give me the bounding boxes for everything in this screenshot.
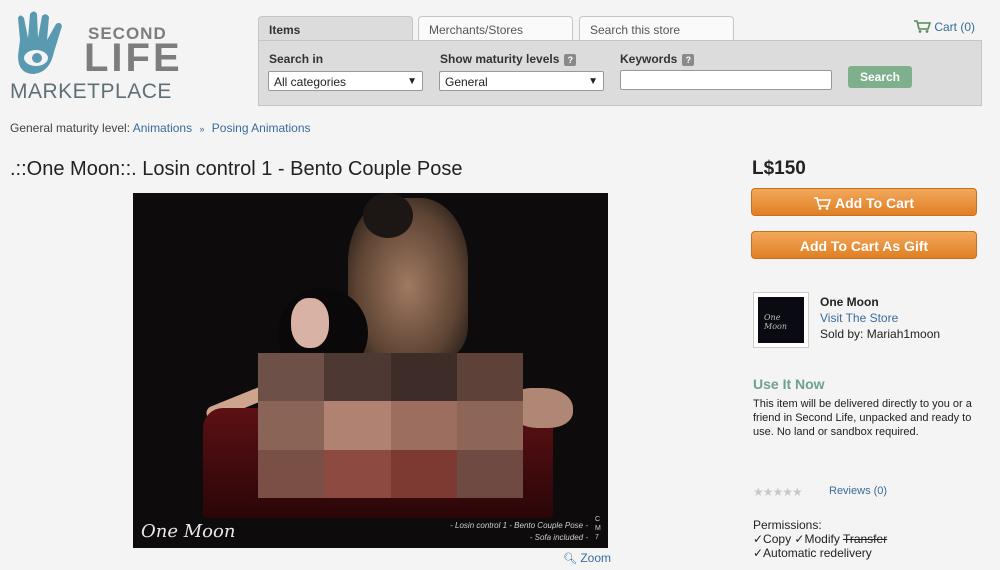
one-moon-image-logo: One Moon <box>141 521 236 542</box>
use-it-now-description: This item will be delivered directly to … <box>753 398 972 438</box>
cart-label: Cart (0) <box>934 20 976 34</box>
visit-store-link[interactable]: Visit The Store <box>820 311 898 325</box>
logo-life-text: LIFE <box>84 36 183 80</box>
permission-transfer: Transfer <box>842 532 888 546</box>
man-head <box>363 193 413 238</box>
cart-link[interactable]: Cart (0) <box>914 20 975 34</box>
product-image[interactable]: One Moon - Losin control 1 - Bento Coupl… <box>133 193 608 548</box>
permissions: Permissions: ✓Copy ✓Modify Transfer ✓Aut… <box>753 518 887 560</box>
maturity-select-value: General <box>445 75 488 89</box>
censor-mosaic <box>258 353 523 498</box>
image-side-mark: CM7 <box>595 516 601 541</box>
woman-face <box>291 298 329 348</box>
use-it-now-heading: Use It Now <box>753 376 825 392</box>
cart-icon <box>914 20 932 33</box>
tab-merchants-stores[interactable]: Merchants/Stores <box>418 16 573 42</box>
help-icon[interactable]: ? <box>682 53 695 66</box>
breadcrumb-separator: » <box>199 124 205 134</box>
breadcrumb: General maturity level: Animations » Pos… <box>10 121 311 135</box>
hand-eye-icon <box>18 11 62 74</box>
permission-copy: ✓Copy <box>753 532 792 546</box>
add-to-cart-label: Add To Cart <box>834 195 915 211</box>
price: L$150 <box>752 158 806 179</box>
second-life-logo[interactable]: SECOND LIFE MARKETPLACE <box>10 10 180 105</box>
maturity-label: Show maturity levels? <box>440 52 577 66</box>
reviews-link[interactable]: Reviews (0) <box>829 485 887 497</box>
rating-stars: ★★★★★ <box>753 485 803 499</box>
automatic-redelivery: ✓Automatic redelivery <box>753 546 872 560</box>
tab-items[interactable]: Items <box>258 16 413 43</box>
maturity-select[interactable]: General ▼ <box>439 71 604 91</box>
keywords-input[interactable] <box>620 70 832 90</box>
tab-search-this-store[interactable]: Search this store <box>579 16 734 42</box>
merchant-logo[interactable]: One Moon <box>753 292 809 348</box>
help-icon[interactable]: ? <box>564 53 577 66</box>
breadcrumb-animations[interactable]: Animations <box>133 121 192 135</box>
breadcrumb-posing-animations[interactable]: Posing Animations <box>212 121 311 135</box>
category-select-value: All categories <box>274 75 347 89</box>
magnifier-icon: 🔍︎ <box>563 553 577 565</box>
add-to-cart-button[interactable]: Add To Cart <box>751 188 977 216</box>
search-button[interactable]: Search <box>848 66 912 88</box>
merchant-name: One Moon <box>820 295 879 309</box>
breadcrumb-prefix: General maturity level: <box>10 121 131 135</box>
image-caption: - Losin control 1 - Bento Couple Pose - … <box>450 521 588 542</box>
logo-marketplace-text: MARKETPLACE <box>10 80 172 103</box>
keywords-label: Keywords? <box>620 52 695 66</box>
zoom-label: Zoom <box>580 551 611 565</box>
chevron-down-icon: ▼ <box>588 76 598 87</box>
merchant-logo-image: One Moon <box>758 297 804 343</box>
sold-by: Sold by: Mariah1moon <box>820 327 941 341</box>
permissions-label: Permissions: <box>753 518 822 532</box>
add-to-cart-as-gift-button[interactable]: Add To Cart As Gift <box>751 231 977 259</box>
search-in-label: Search in <box>269 52 324 66</box>
chevron-down-icon: ▼ <box>407 76 417 87</box>
product-title: .::One Moon::. Losin control 1 - Bento C… <box>10 158 463 180</box>
permission-modify: ✓Modify <box>794 532 840 546</box>
cart-icon <box>813 197 832 210</box>
zoom-link[interactable]: 🔍︎ Zoom <box>563 551 611 565</box>
category-select[interactable]: All categories ▼ <box>268 71 423 91</box>
